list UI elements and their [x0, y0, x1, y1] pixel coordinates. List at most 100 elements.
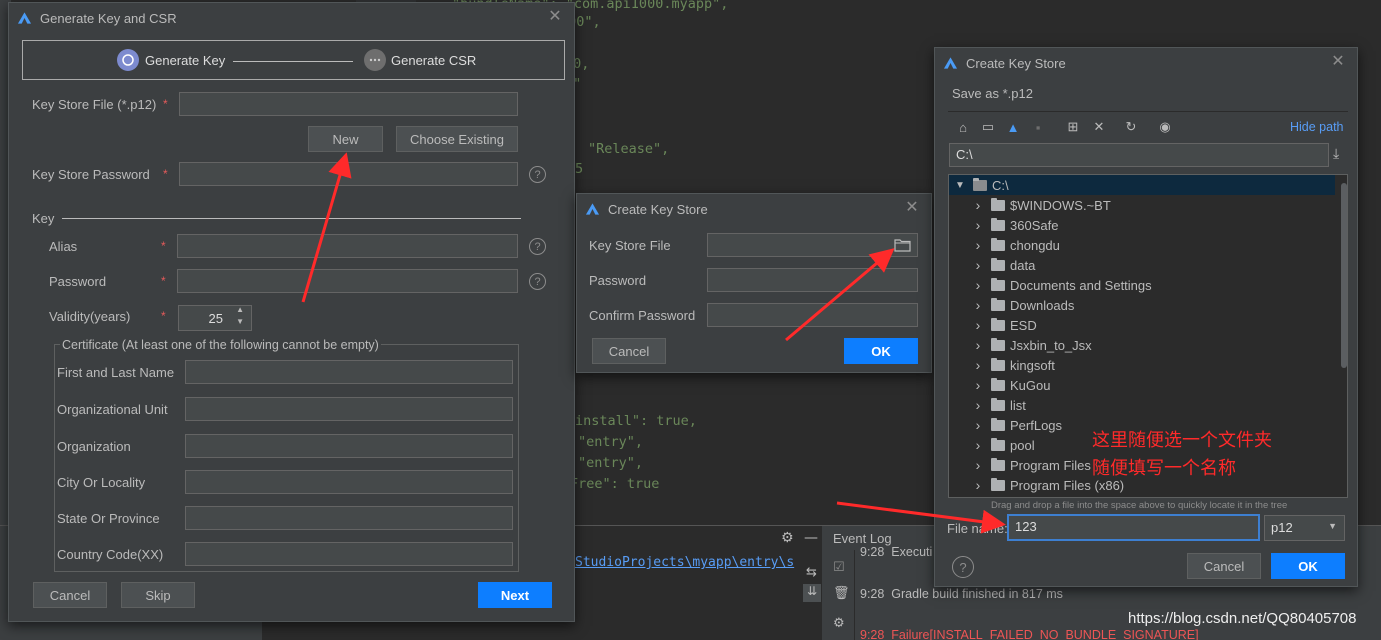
close-icon[interactable]: ✕: [548, 9, 562, 25]
key-store-password-input[interactable]: [179, 162, 518, 186]
help-icon[interactable]: ?: [952, 556, 974, 578]
close-icon[interactable]: ✕: [1331, 54, 1345, 70]
chevron-right-icon[interactable]: ›: [973, 357, 983, 373]
tree-item[interactable]: › ESD: [949, 315, 1335, 335]
chevron-down-icon[interactable]: ▼: [1328, 521, 1337, 531]
password-input[interactable]: [177, 269, 518, 293]
chevron-right-icon[interactable]: ›: [973, 417, 983, 433]
chevron-right-icon[interactable]: ›: [973, 337, 983, 353]
cancel-button[interactable]: Cancel: [1187, 553, 1261, 579]
settings-icon[interactable]: ⚙: [833, 616, 845, 631]
choose-existing-button[interactable]: Choose Existing: [396, 126, 518, 152]
chevron-right-icon[interactable]: ›: [973, 237, 983, 253]
tree-item-label: 360Safe: [1010, 217, 1059, 233]
chevron-right-icon[interactable]: ›: [973, 317, 983, 333]
module-icon[interactable]: ▪: [1030, 119, 1046, 135]
chevron-right-icon[interactable]: ›: [973, 257, 983, 273]
tree-item[interactable]: › KuGou: [949, 375, 1335, 395]
chevron-right-icon[interactable]: ›: [973, 297, 983, 313]
section-divider: [62, 218, 521, 219]
home-icon[interactable]: ⌂: [955, 119, 971, 135]
tree-item[interactable]: › Documents and Settings: [949, 275, 1335, 295]
tree-item-label: ESD: [1010, 317, 1037, 333]
run-scroll-icon[interactable]: ⇆: [806, 565, 817, 580]
confirm-password-input[interactable]: [707, 303, 918, 327]
organization-input[interactable]: [185, 434, 513, 458]
hide-path-link[interactable]: Hide path: [1290, 120, 1344, 134]
dialog-titlebar[interactable]: Create Key Store ✕: [577, 194, 931, 224]
refresh-icon[interactable]: ↻: [1123, 119, 1139, 135]
required-mark: *: [163, 167, 168, 181]
tree-item[interactable]: › Downloads: [949, 295, 1335, 315]
country-code-input[interactable]: [185, 542, 513, 566]
step-generate-csr: Generate CSR: [391, 53, 477, 68]
close-icon[interactable]: ✕: [905, 200, 919, 216]
key-store-file-input[interactable]: [179, 92, 518, 116]
tree-item-label: Jsxbin_to_Jsx: [1010, 337, 1092, 353]
folder-icon: [991, 397, 1005, 411]
tree-item[interactable]: › $WINDOWS.~BT: [949, 195, 1335, 215]
new-button[interactable]: New: [308, 126, 383, 152]
tree-item-root[interactable]: ▼ C:\: [949, 175, 1335, 195]
divider: [948, 111, 1348, 112]
chevron-right-icon[interactable]: ›: [973, 197, 983, 213]
help-icon[interactable]: ?: [529, 273, 546, 290]
chevron-right-icon[interactable]: ›: [973, 477, 983, 493]
chevron-right-icon[interactable]: ›: [973, 437, 983, 453]
chevron-down-icon[interactable]: ▼: [955, 180, 965, 191]
file-name-input[interactable]: 123: [1007, 514, 1260, 541]
chevron-right-icon[interactable]: ›: [973, 217, 983, 233]
folder-icon: [991, 417, 1005, 431]
chevron-right-icon[interactable]: ›: [973, 397, 983, 413]
delete-icon[interactable]: ✕: [1091, 119, 1107, 135]
spinner-up-icon[interactable]: ▲: [236, 305, 244, 314]
cancel-button[interactable]: Cancel: [592, 338, 666, 364]
tree-item[interactable]: › list: [949, 395, 1335, 415]
chevron-right-icon[interactable]: ›: [973, 457, 983, 473]
trash-icon[interactable]: 🗑: [833, 586, 850, 601]
desktop-icon[interactable]: ▭: [980, 119, 996, 135]
folder-icon[interactable]: [894, 238, 911, 252]
ok-button[interactable]: OK: [1271, 553, 1345, 579]
first-last-name-input[interactable]: [185, 360, 513, 384]
tree-item[interactable]: › 360Safe: [949, 215, 1335, 235]
alias-input[interactable]: [177, 234, 518, 258]
project-icon[interactable]: ▲: [1005, 119, 1021, 135]
extension-select[interactable]: p12 ▼: [1264, 515, 1345, 541]
tree-item[interactable]: › chongdu: [949, 235, 1335, 255]
tree-item[interactable]: › kingsoft: [949, 355, 1335, 375]
folder-icon: [991, 437, 1005, 451]
show-hidden-icon[interactable]: ◉: [1157, 119, 1173, 135]
validity-spinner[interactable]: 25 ▲ ▼: [178, 305, 252, 331]
next-button[interactable]: Next: [478, 582, 552, 608]
tree-item[interactable]: › Jsxbin_to_Jsx: [949, 335, 1335, 355]
password-input[interactable]: [707, 268, 918, 292]
help-icon[interactable]: ?: [529, 166, 546, 183]
spinner-down-icon[interactable]: ▼: [236, 317, 244, 326]
path-input[interactable]: C:\: [949, 143, 1329, 167]
dialog-titlebar[interactable]: Create Key Store ✕: [935, 48, 1357, 78]
gear-icon[interactable]: ⚙: [781, 530, 794, 546]
dialog-titlebar[interactable]: Generate Key and CSR ✕: [9, 3, 574, 33]
minimize-icon[interactable]: —: [804, 530, 818, 546]
run-down-icon[interactable]: ⇊: [803, 584, 821, 602]
city-input[interactable]: [185, 470, 513, 494]
log-entry-2: 9:28 Gradle build finished in 817 ms: [860, 587, 1063, 601]
tree-item-label: kingsoft: [1010, 357, 1055, 373]
cancel-button[interactable]: Cancel: [33, 582, 107, 608]
skip-button[interactable]: Skip: [121, 582, 195, 608]
chevron-right-icon[interactable]: ›: [973, 377, 983, 393]
org-unit-input[interactable]: [185, 397, 513, 421]
state-input[interactable]: [185, 506, 513, 530]
ok-button[interactable]: OK: [844, 338, 918, 364]
new-folder-icon[interactable]: ⊞: [1065, 119, 1081, 135]
run-path-link[interactable]: StudioProjects\myapp\entry\s: [575, 555, 800, 570]
chevron-right-icon[interactable]: ›: [973, 277, 983, 293]
key-store-file-input[interactable]: [707, 233, 918, 257]
check-icon[interactable]: ☑: [833, 560, 845, 575]
tree-item[interactable]: › data: [949, 255, 1335, 275]
help-icon[interactable]: ?: [529, 238, 546, 255]
tree-scrollbar[interactable]: [1341, 183, 1347, 368]
folder-icon: [991, 477, 1005, 491]
download-icon[interactable]: ⤓: [1333, 145, 1339, 162]
